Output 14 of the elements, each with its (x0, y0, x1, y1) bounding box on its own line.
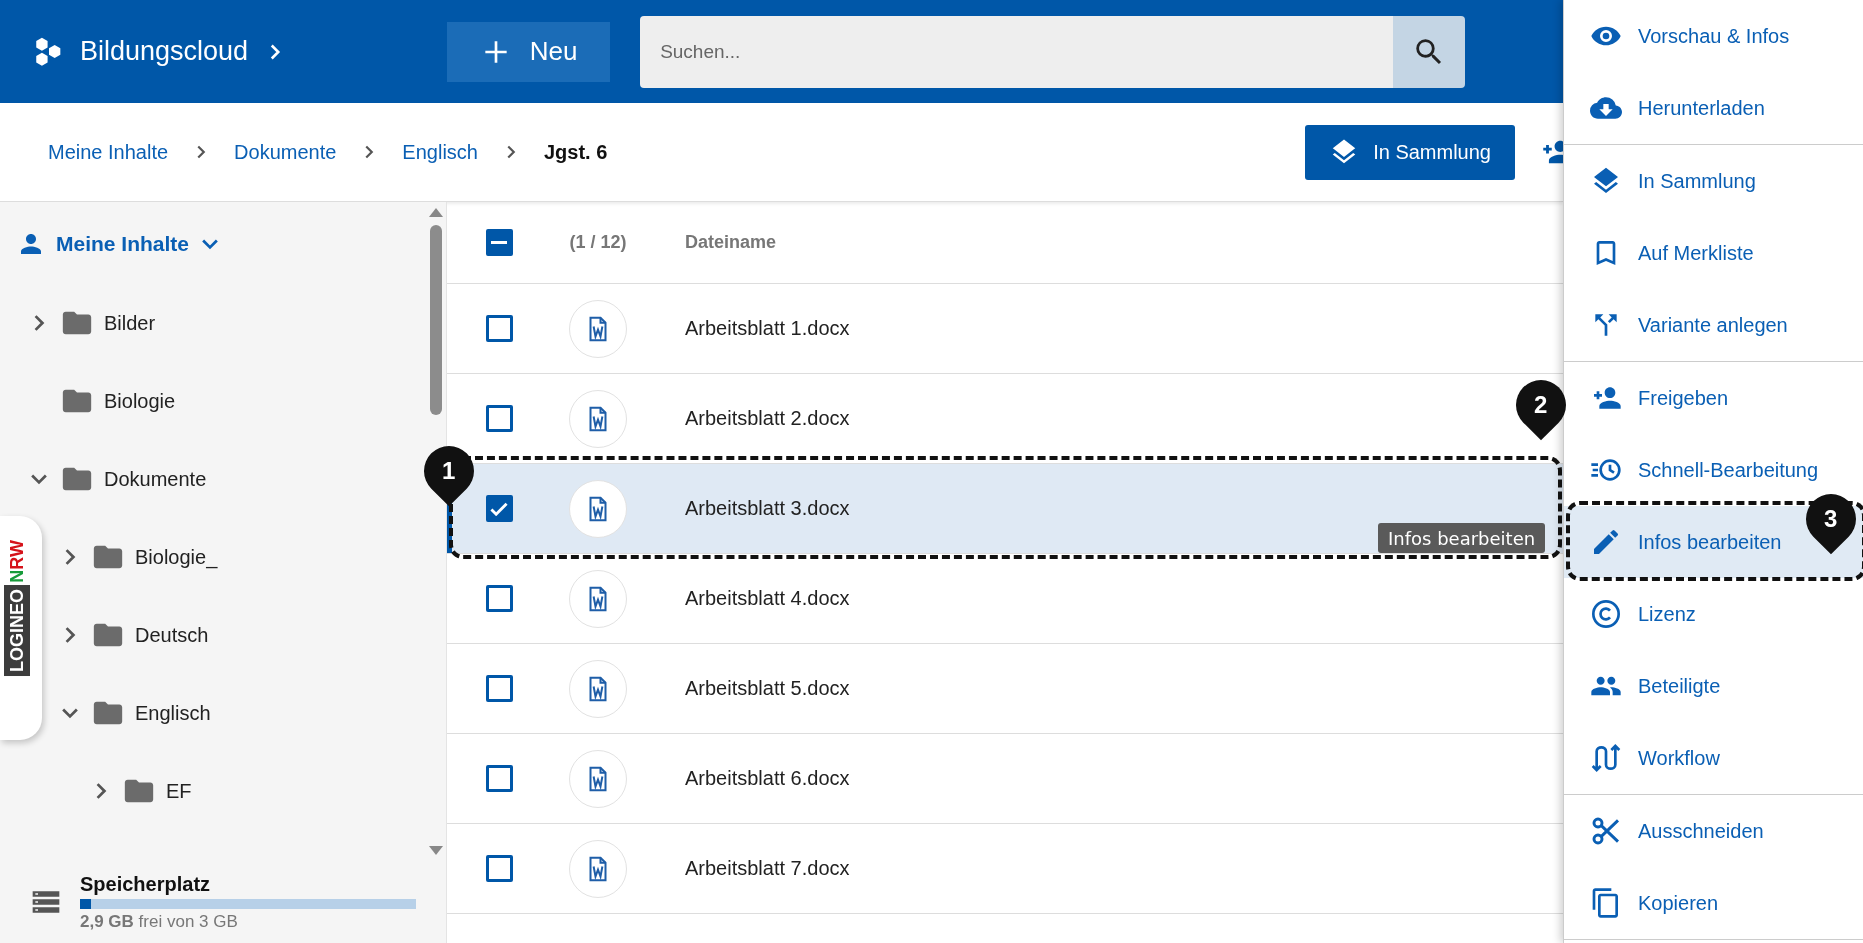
file-name: Arbeitsblatt 3.docx (684, 497, 851, 520)
file-name: Arbeitsblatt 7.docx (684, 857, 851, 880)
logo-text: LOGINEO (4, 585, 30, 676)
tooltip: Infos bearbeiten (1378, 523, 1546, 553)
selection-count: (1 / 12) (569, 232, 627, 253)
file-name: Arbeitsblatt 2.docx (684, 407, 851, 430)
breadcrumb: Jgst. 6 (543, 140, 608, 164)
storage-title: Speicherplatz (80, 872, 212, 896)
storage-text: 2,9 GB frei von 3 GB (80, 911, 239, 932)
file-name: Arbeitsblatt 6.docx (684, 767, 851, 790)
logo-suffix: NRW (6, 539, 28, 585)
file-name: Arbeitsblatt 4.docx (684, 587, 851, 610)
file-name: Arbeitsblatt 1.docx (684, 317, 851, 340)
file-name: Arbeitsblatt 5.docx (684, 677, 851, 700)
